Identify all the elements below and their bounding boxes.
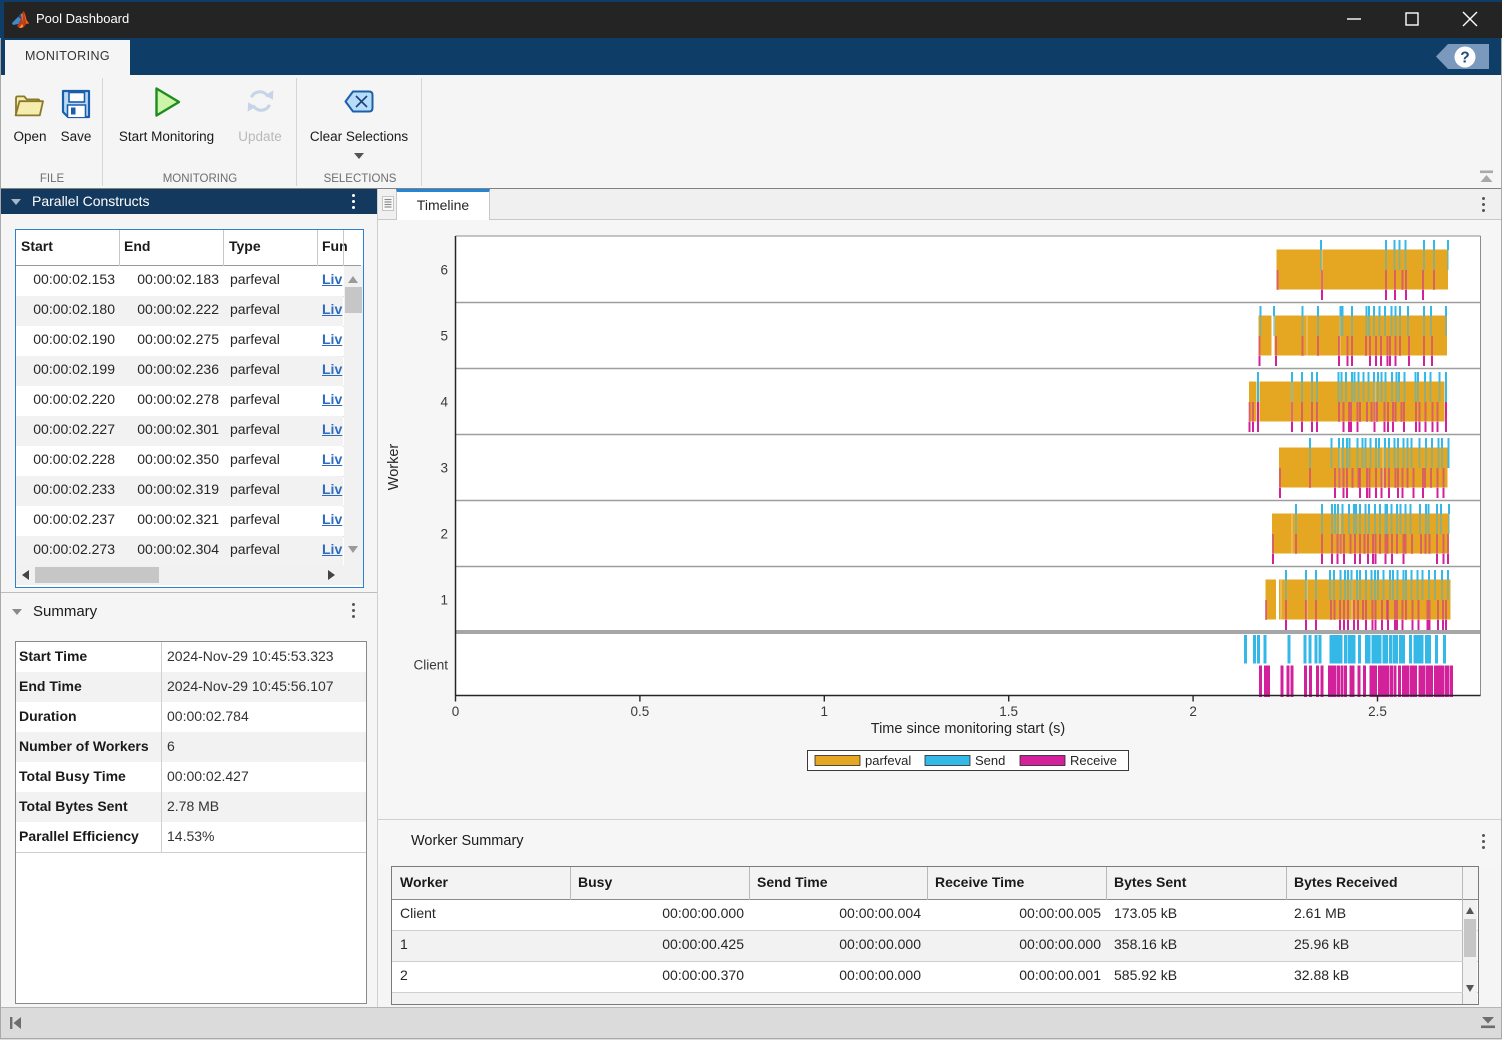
svg-text:6: 6 — [440, 263, 448, 278]
svg-text:?: ? — [1460, 50, 1469, 67]
svg-text:2: 2 — [1189, 704, 1197, 719]
svg-text:5: 5 — [440, 329, 448, 344]
svg-text:Client: Client — [413, 658, 448, 673]
svg-text:2: 2 — [440, 527, 448, 542]
svg-text:4: 4 — [440, 395, 448, 410]
svg-text:1.5: 1.5 — [999, 704, 1018, 719]
svg-text:2.5: 2.5 — [1368, 704, 1387, 719]
svg-text:parfeval: parfeval — [865, 753, 911, 768]
svg-text:1: 1 — [440, 593, 448, 608]
svg-text:Time since monitoring start (s: Time since monitoring start (s) — [871, 721, 1065, 737]
svg-text:Send: Send — [975, 753, 1005, 768]
svg-text:0: 0 — [452, 704, 460, 719]
svg-text:1: 1 — [821, 704, 829, 719]
svg-text:0.5: 0.5 — [631, 704, 650, 719]
svg-text:3: 3 — [440, 461, 448, 476]
svg-text:Worker: Worker — [386, 444, 402, 491]
svg-text:Receive: Receive — [1070, 753, 1117, 768]
